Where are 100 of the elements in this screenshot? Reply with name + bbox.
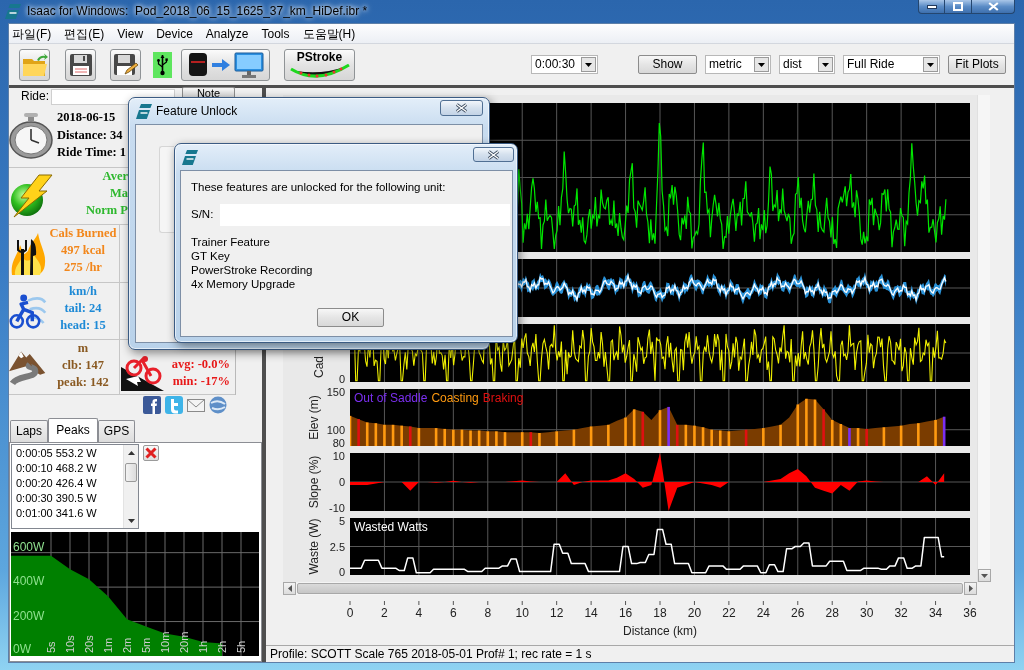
elevation-stripe xyxy=(357,419,360,446)
tab[interactable]: GPS xyxy=(98,420,135,442)
elevation-stripe xyxy=(822,409,825,446)
vertical-scrollbar[interactable] xyxy=(977,95,990,582)
mail-icon[interactable] xyxy=(187,396,205,414)
down-arrow-icon xyxy=(981,573,988,578)
scroll-thumb[interactable] xyxy=(297,583,963,594)
axis-tick-label: 20s xyxy=(83,635,95,653)
app-logo-icon xyxy=(136,102,153,120)
axis-tick-label: 0 xyxy=(346,606,354,620)
axis-tick-label: 0 xyxy=(338,476,345,488)
open-button[interactable] xyxy=(19,48,50,81)
axis-tick-label: 10s xyxy=(64,635,76,653)
transfer-button[interactable] xyxy=(181,48,270,81)
elevation-stripe xyxy=(365,422,369,446)
maximize-button[interactable] xyxy=(945,0,972,14)
axis-tick-label: 600W xyxy=(13,539,45,554)
down-arrow-icon xyxy=(128,518,135,523)
list-item[interactable]: 0:00:30 390.5 W xyxy=(16,491,123,506)
app-logo-icon xyxy=(5,3,22,20)
menu-item[interactable]: Device xyxy=(156,24,193,43)
axis-tick-label: 20 xyxy=(687,606,702,620)
close-button[interactable] xyxy=(440,100,483,116)
minimize-button[interactable] xyxy=(918,0,945,14)
feature-item: 4x Memory Upgrade xyxy=(191,277,297,291)
menu-item[interactable]: 파일(F) xyxy=(12,24,52,43)
scroll-right-button[interactable] xyxy=(964,582,977,595)
ride-info-text: Ride Time: 1 xyxy=(57,144,126,161)
axis-tick-label: 8 xyxy=(484,606,492,620)
feature-item: Trainer Feature xyxy=(191,235,271,249)
tab[interactable]: Peaks xyxy=(48,418,98,442)
dropdown[interactable]: dist xyxy=(779,55,835,74)
caret-icon xyxy=(754,57,769,72)
list-item[interactable]: 0:00:20 426.4 W xyxy=(16,476,123,491)
elevation-stripe xyxy=(658,410,662,446)
usb-icon xyxy=(153,51,172,78)
scroll-left-button[interactable] xyxy=(283,582,296,595)
folder-icon xyxy=(21,52,48,77)
list-item[interactable]: 0:00:10 468.2 W xyxy=(16,461,123,476)
lightning-ball-icon xyxy=(9,174,53,218)
elevation-stripe xyxy=(529,432,533,446)
axis-tick-label: 1h xyxy=(197,640,209,653)
save-as-button[interactable] xyxy=(110,48,141,81)
elevation-stripe xyxy=(374,423,378,446)
elevation-stripe xyxy=(684,424,688,446)
device-icon xyxy=(187,52,208,77)
list-item[interactable]: 0:00:05 553.2 W xyxy=(16,446,123,461)
elevation-stripe xyxy=(719,430,722,446)
wind-speed-text: head: 15 xyxy=(59,317,107,334)
calories-text: 275 /hr xyxy=(63,259,103,276)
axis-tick-label: 2m xyxy=(121,637,133,653)
save-button[interactable] xyxy=(65,48,96,81)
stroke-arc-icon xyxy=(288,63,351,79)
ride-info-text: 2018-06-15 xyxy=(57,109,117,126)
list-item[interactable]: 0:01:00 341.6 W xyxy=(16,506,123,521)
close-icon xyxy=(455,103,468,113)
dropdown[interactable]: Full Ride xyxy=(843,55,940,74)
axis-tick-label: 100 xyxy=(326,423,345,436)
axis-tick-label: 1m xyxy=(102,637,114,653)
horizontal-scrollbar[interactable] xyxy=(283,582,977,595)
elevation-stripe xyxy=(409,426,412,446)
peak-list[interactable]: 0:00:05 553.2 W 0:00:10 468.2 W 0:00:20 426.4 W 0:00:30 390.5 W 0:01:00 341.6 W xyxy=(11,444,139,529)
elevation-stripe xyxy=(383,424,386,446)
scrollbar[interactable] xyxy=(123,445,138,528)
menu-item[interactable]: 도움말(H) xyxy=(302,24,356,43)
ok-button[interactable]: OK xyxy=(317,308,384,327)
dropdown[interactable]: 0:00:30 xyxy=(531,55,598,74)
tab[interactable]: Laps xyxy=(10,420,48,442)
elevation-stripe xyxy=(813,399,817,446)
scroll-thumb[interactable] xyxy=(125,463,137,482)
monitor-icon xyxy=(233,51,264,78)
axis-tick-label: 5m xyxy=(140,637,152,653)
close-button[interactable] xyxy=(972,0,1015,14)
elevation-stripe xyxy=(882,427,886,446)
dropdown[interactable]: metric xyxy=(705,55,771,74)
elevation-stripe xyxy=(667,406,670,446)
delete-button[interactable] xyxy=(143,445,159,461)
elevation-stripe xyxy=(555,431,558,446)
toolbar-button[interactable]: Show xyxy=(638,55,697,74)
elevation-stripe xyxy=(589,426,593,446)
elevation-stripe xyxy=(805,398,808,446)
toolbar-button[interactable]: Fit Plots xyxy=(948,55,1006,74)
elevation-stripe xyxy=(693,425,696,446)
menu-item[interactable]: Analyze xyxy=(205,24,249,43)
menu-item[interactable]: Tools xyxy=(261,24,290,43)
menu-item[interactable]: 편집(E) xyxy=(64,24,105,43)
axis-tick-label: 16 xyxy=(618,606,633,620)
menu-item[interactable]: View xyxy=(117,24,144,43)
axis-tick-label: 36 xyxy=(963,606,977,620)
axis-tick-label: 10m xyxy=(159,631,171,653)
facebook-icon[interactable] xyxy=(143,396,161,414)
elevation-stripe xyxy=(624,417,627,446)
close-button[interactable] xyxy=(473,147,514,162)
scroll-down-button[interactable] xyxy=(978,569,991,582)
pstroke-button[interactable]: PStroke xyxy=(284,48,355,81)
axis-tick-label: 80 xyxy=(332,436,345,449)
axis-tick-label: 28 xyxy=(825,606,839,620)
globe-icon[interactable] xyxy=(209,396,227,414)
axis-title: Waste (W) xyxy=(307,518,321,575)
elevation-stripe xyxy=(848,428,851,446)
